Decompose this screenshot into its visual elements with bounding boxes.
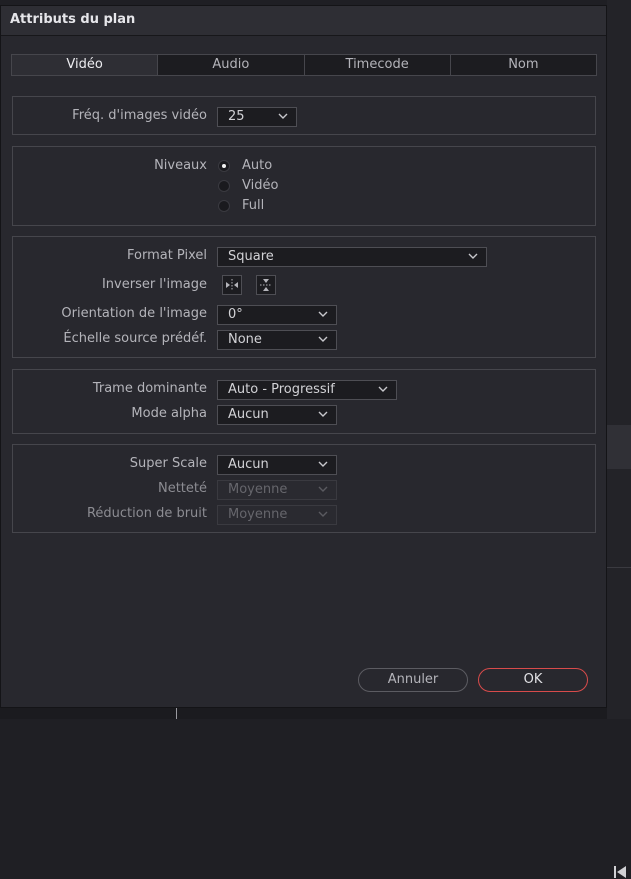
superscale-label: Super Scale [129, 456, 207, 471]
pixel-format-dropdown[interactable]: Square [217, 247, 487, 267]
tab-bar: Vidéo Audio Timecode Nom [11, 54, 597, 76]
tab-timecode[interactable]: Timecode [305, 55, 451, 75]
pixel-format-label: Format Pixel [126, 248, 207, 263]
flip-image-label: Inverser l'image [101, 277, 207, 292]
cancel-button[interactable]: Annuler [358, 668, 468, 692]
orientation-value: 0° [228, 307, 243, 322]
superscale-dropdown[interactable]: Aucun [217, 455, 337, 475]
superscale-value: Aucun [228, 457, 269, 472]
noise-reduction-label: Réduction de bruit [86, 506, 207, 521]
pixel-group: Format Pixel Square Inverser l'image Ori… [12, 236, 596, 358]
flip-horizontal-button[interactable] [222, 275, 242, 295]
sharpness-value: Moyenne [228, 482, 288, 497]
source-scale-dropdown[interactable]: None [217, 330, 337, 350]
frame-rate-label: Fréq. d'images vidéo [72, 108, 207, 123]
chevron-down-icon [318, 336, 328, 342]
ok-button[interactable]: OK [478, 668, 588, 692]
background-panel [607, 0, 631, 878]
timeline-strip [0, 708, 607, 719]
orientation-label: Orientation de l'image [61, 306, 207, 321]
dialog-titlebar: Attributs du plan [1, 6, 606, 36]
levels-option-label: Full [242, 198, 265, 213]
tab-name[interactable]: Nom [451, 55, 596, 75]
chevron-down-icon [378, 386, 388, 392]
flip-horizontal-icon [226, 279, 238, 291]
sharpness-dropdown: Moyenne [217, 480, 337, 500]
source-scale-label: Échelle source prédéf. [63, 331, 207, 346]
field-dominance-value: Auto - Progressif [228, 382, 335, 397]
levels-group: Niveaux Auto Vidéo Full [12, 146, 596, 226]
field-dominance-dropdown[interactable]: Auto - Progressif [217, 380, 397, 400]
frame-rate-group: Fréq. d'images vidéo 25 [12, 96, 596, 135]
noise-reduction-dropdown: Moyenne [217, 505, 337, 525]
chevron-down-icon [318, 486, 328, 492]
chevron-down-icon [318, 411, 328, 417]
levels-label: Niveaux [154, 158, 207, 173]
noise-reduction-value: Moyenne [228, 507, 288, 522]
playhead [176, 708, 177, 719]
source-scale-value: None [228, 332, 262, 347]
superscale-group: Super Scale Aucun Netteté Moyenne Réduct… [12, 444, 596, 533]
radio[interactable] [218, 200, 230, 212]
chevron-down-icon [318, 461, 328, 467]
alpha-mode-label: Mode alpha [131, 406, 207, 421]
dialog-title: Attributs du plan [10, 12, 136, 27]
flip-vertical-button[interactable] [256, 275, 276, 295]
tab-audio[interactable]: Audio [158, 55, 305, 75]
divider [607, 567, 631, 568]
orientation-dropdown[interactable]: 0° [217, 305, 337, 325]
levels-option-label: Vidéo [242, 178, 279, 193]
chevron-down-icon [318, 511, 328, 517]
frame-rate-dropdown[interactable]: 25 [217, 107, 297, 127]
panel-toggle[interactable] [607, 425, 631, 878]
field-group: Trame dominante Auto - Progressif Mode a… [12, 369, 596, 434]
field-dominance-label: Trame dominante [92, 381, 207, 396]
flip-vertical-icon [260, 279, 272, 291]
radio[interactable] [218, 180, 230, 192]
sharpness-label: Netteté [157, 481, 207, 496]
collapse-left-icon [614, 866, 626, 878]
tab-video[interactable]: Vidéo [12, 55, 159, 75]
chevron-down-icon [278, 113, 288, 119]
chevron-down-icon [468, 253, 478, 259]
clip-attributes-dialog: Attributs du plan Vidéo Audio Timecode N… [0, 5, 607, 708]
chevron-down-icon [318, 311, 328, 317]
alpha-mode-value: Aucun [228, 407, 269, 422]
frame-rate-value: 25 [228, 109, 245, 124]
pixel-format-value: Square [228, 249, 274, 264]
levels-option-label: Auto [242, 158, 273, 173]
radio-selected[interactable] [218, 160, 230, 172]
alpha-mode-dropdown[interactable]: Aucun [217, 405, 337, 425]
